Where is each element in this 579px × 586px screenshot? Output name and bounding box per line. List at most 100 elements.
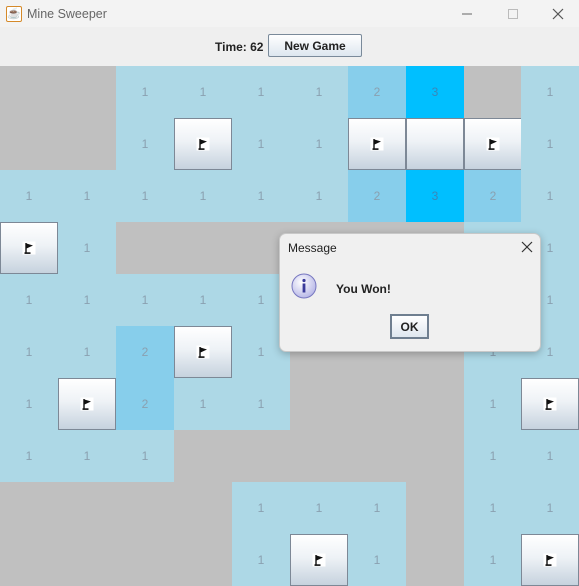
- cell-r1-c4[interactable]: 1: [232, 118, 290, 170]
- cell-r1-c2[interactable]: 1: [116, 118, 174, 170]
- cell-r6-c0[interactable]: 1: [0, 378, 58, 430]
- ok-button[interactable]: OK: [390, 314, 429, 339]
- cell-r0-c8[interactable]: [464, 66, 522, 118]
- cell-r2-c2[interactable]: 1: [116, 170, 174, 222]
- cell-r3-c2[interactable]: [116, 222, 174, 274]
- new-game-button[interactable]: New Game: [268, 34, 362, 57]
- cell-r2-c4[interactable]: 1: [232, 170, 290, 222]
- cell-r6-c4[interactable]: 1: [232, 378, 290, 430]
- cell-r4-c0[interactable]: 1: [0, 274, 58, 326]
- minimize-button[interactable]: [444, 0, 490, 27]
- dialog-close-button[interactable]: [518, 238, 536, 256]
- cell-r2-c5[interactable]: 1: [290, 170, 348, 222]
- cell-number: 1: [257, 501, 265, 515]
- cell-r9-c2[interactable]: [116, 534, 174, 586]
- flag-icon: [196, 345, 210, 359]
- cell-r1-c0[interactable]: [0, 118, 58, 170]
- cell-r8-c1[interactable]: [58, 482, 116, 534]
- cell-r0-c9[interactable]: 1: [521, 66, 579, 118]
- cell-r9-c7[interactable]: [406, 534, 464, 586]
- cell-r7-c1[interactable]: 1: [58, 430, 116, 482]
- cell-r1-c1[interactable]: [58, 118, 116, 170]
- cell-r8-c0[interactable]: [0, 482, 58, 534]
- cell-r2-c0[interactable]: 1: [0, 170, 58, 222]
- cell-r2-c9[interactable]: 1: [521, 170, 579, 222]
- cell-r8-c7[interactable]: [406, 482, 464, 534]
- cell-number: 1: [141, 189, 149, 203]
- cell-number: 1: [25, 397, 33, 411]
- cell-number: 1: [315, 85, 323, 99]
- cell-r8-c5[interactable]: 1: [290, 482, 348, 534]
- cell-r8-c4[interactable]: 1: [232, 482, 290, 534]
- cell-r1-c9[interactable]: 1: [521, 118, 579, 170]
- cell-r3-c3[interactable]: [174, 222, 232, 274]
- cell-r0-c7[interactable]: 3: [406, 66, 464, 118]
- cell-r1-c6[interactable]: [348, 118, 406, 170]
- cell-r8-c9[interactable]: 1: [521, 482, 579, 534]
- cell-r1-c8[interactable]: [464, 118, 522, 170]
- cell-r9-c9[interactable]: [521, 534, 579, 586]
- cell-r9-c3[interactable]: [174, 534, 232, 586]
- cell-r5-c2[interactable]: 2: [116, 326, 174, 378]
- timer-label: Time: 62: [215, 40, 264, 54]
- cell-r6-c3[interactable]: 1: [174, 378, 232, 430]
- flag-icon: [486, 137, 500, 151]
- cell-r9-c4[interactable]: 1: [232, 534, 290, 586]
- maximize-button[interactable]: [490, 0, 536, 27]
- cell-r7-c5[interactable]: [290, 430, 348, 482]
- cell-number: 1: [489, 449, 497, 463]
- cell-r0-c5[interactable]: 1: [290, 66, 348, 118]
- cell-r7-c2[interactable]: 1: [116, 430, 174, 482]
- cell-r4-c3[interactable]: 1: [174, 274, 232, 326]
- cell-r5-c3[interactable]: [174, 326, 232, 378]
- cell-r9-c1[interactable]: [58, 534, 116, 586]
- cell-r6-c9[interactable]: [521, 378, 579, 430]
- cell-r9-c6[interactable]: 1: [348, 534, 406, 586]
- cell-number: 2: [141, 345, 149, 359]
- cell-r6-c7[interactable]: [406, 378, 464, 430]
- cell-r3-c1[interactable]: 1: [58, 222, 116, 274]
- cell-r2-c1[interactable]: 1: [58, 170, 116, 222]
- cell-r1-c5[interactable]: 1: [290, 118, 348, 170]
- flag-icon: [370, 137, 384, 151]
- cell-r9-c0[interactable]: [0, 534, 58, 586]
- cell-r7-c0[interactable]: 1: [0, 430, 58, 482]
- cell-r0-c4[interactable]: 1: [232, 66, 290, 118]
- cell-r2-c6[interactable]: 2: [348, 170, 406, 222]
- cell-r9-c5[interactable]: [290, 534, 348, 586]
- cell-r9-c8[interactable]: 1: [464, 534, 522, 586]
- cell-r1-c3[interactable]: [174, 118, 232, 170]
- cell-r6-c2[interactable]: 2: [116, 378, 174, 430]
- cell-r7-c7[interactable]: [406, 430, 464, 482]
- cell-r0-c0[interactable]: [0, 66, 58, 118]
- cell-r7-c6[interactable]: [348, 430, 406, 482]
- cell-number: 1: [257, 137, 265, 151]
- cell-r6-c1[interactable]: [58, 378, 116, 430]
- cell-r6-c5[interactable]: [290, 378, 348, 430]
- cell-r5-c0[interactable]: 1: [0, 326, 58, 378]
- cell-r0-c2[interactable]: 1: [116, 66, 174, 118]
- cell-r1-c7[interactable]: [406, 118, 464, 170]
- cell-r0-c6[interactable]: 2: [348, 66, 406, 118]
- cell-r7-c8[interactable]: 1: [464, 430, 522, 482]
- cell-r2-c8[interactable]: 2: [464, 170, 522, 222]
- cell-number: 1: [546, 85, 554, 99]
- cell-r8-c8[interactable]: 1: [464, 482, 522, 534]
- cell-r8-c6[interactable]: 1: [348, 482, 406, 534]
- cell-r0-c1[interactable]: [58, 66, 116, 118]
- cell-r5-c1[interactable]: 1: [58, 326, 116, 378]
- close-window-button[interactable]: [535, 0, 579, 27]
- cell-r8-c3[interactable]: [174, 482, 232, 534]
- cell-r2-c3[interactable]: 1: [174, 170, 232, 222]
- cell-r6-c8[interactable]: 1: [464, 378, 522, 430]
- cell-r4-c2[interactable]: 1: [116, 274, 174, 326]
- cell-r8-c2[interactable]: [116, 482, 174, 534]
- cell-r3-c0[interactable]: [0, 222, 58, 274]
- cell-r2-c7[interactable]: 3: [406, 170, 464, 222]
- cell-r6-c6[interactable]: [348, 378, 406, 430]
- cell-r7-c4[interactable]: [232, 430, 290, 482]
- cell-r4-c1[interactable]: 1: [58, 274, 116, 326]
- cell-r7-c3[interactable]: [174, 430, 232, 482]
- cell-r7-c9[interactable]: 1: [521, 430, 579, 482]
- cell-r0-c3[interactable]: 1: [174, 66, 232, 118]
